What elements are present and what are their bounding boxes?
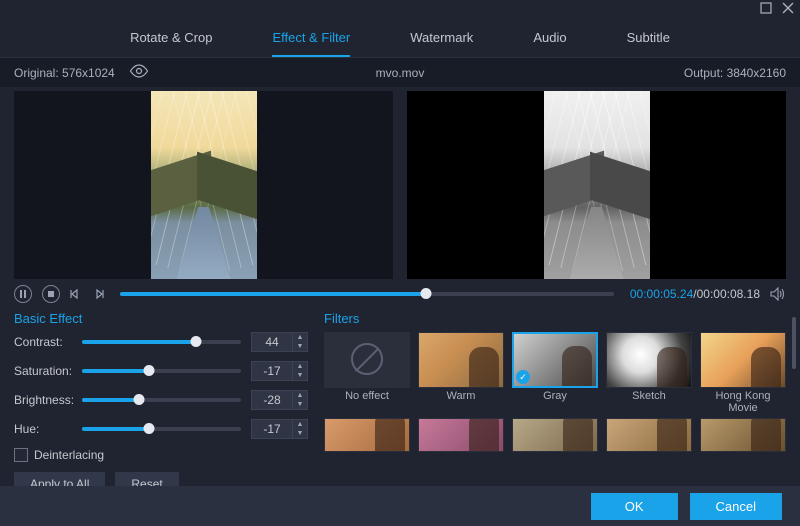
current-time: 00:00:05.24	[630, 287, 693, 301]
stepper-down-icon[interactable]: ▼	[293, 342, 307, 351]
filter-label: Gray	[512, 390, 598, 402]
tab-bar: Rotate & Crop Effect & Filter Watermark …	[0, 18, 800, 58]
saturation-stepper[interactable]: -17▲▼	[251, 361, 308, 381]
basic-effect-title: Basic Effect	[14, 311, 308, 326]
tab-effect-filter[interactable]: Effect & Filter	[272, 26, 350, 57]
filter-label: Hong Kong Movie	[700, 390, 786, 414]
tab-audio[interactable]: Audio	[533, 26, 566, 57]
filter-label: Warm	[418, 390, 504, 402]
filters-title: Filters	[324, 311, 786, 326]
stop-button[interactable]	[42, 285, 60, 303]
preview-output	[407, 91, 786, 279]
ok-button[interactable]: OK	[591, 493, 678, 520]
filename-label: mvo.mov	[376, 66, 425, 80]
stepper-up-icon[interactable]: ▲	[293, 362, 307, 371]
prev-frame-icon[interactable]	[70, 288, 82, 300]
hue-label: Hue:	[14, 422, 82, 436]
filter-gray[interactable]: ✓	[512, 332, 598, 388]
filter-warm[interactable]	[418, 332, 504, 388]
deinterlacing-label: Deinterlacing	[34, 448, 104, 462]
total-time: /00:00:08.18	[693, 287, 760, 301]
contrast-slider[interactable]	[82, 340, 241, 344]
stepper-down-icon[interactable]: ▼	[293, 429, 307, 438]
close-icon[interactable]	[782, 2, 794, 17]
filter-item[interactable]	[512, 418, 598, 452]
footer-bar: OK Cancel	[0, 486, 800, 526]
filters-panel: Filters No effect Warm ✓ Gray Sketch Hon…	[324, 311, 786, 496]
filter-no-effect[interactable]	[324, 332, 410, 388]
preview-original	[14, 91, 393, 279]
filter-item[interactable]	[418, 418, 504, 452]
stepper-up-icon[interactable]: ▲	[293, 333, 307, 342]
hue-stepper[interactable]: -17▲▼	[251, 419, 308, 439]
contrast-label: Contrast:	[14, 335, 82, 349]
pause-button[interactable]	[14, 285, 32, 303]
filter-item[interactable]	[324, 418, 410, 452]
stepper-up-icon[interactable]: ▲	[293, 391, 307, 400]
maximize-icon[interactable]	[760, 2, 772, 17]
tab-rotate-crop[interactable]: Rotate & Crop	[130, 26, 212, 57]
stepper-down-icon[interactable]: ▼	[293, 371, 307, 380]
time-display: 00:00:05.24/00:00:08.18	[630, 287, 760, 301]
saturation-label: Saturation:	[14, 364, 82, 378]
check-icon: ✓	[516, 370, 530, 384]
hue-slider[interactable]	[82, 427, 241, 431]
stepper-down-icon[interactable]: ▼	[293, 400, 307, 409]
stepper-up-icon[interactable]: ▲	[293, 420, 307, 429]
info-bar: Original: 576x1024 mvo.mov Output: 3840x…	[0, 58, 800, 87]
volume-icon[interactable]	[770, 287, 786, 301]
filter-sketch[interactable]	[606, 332, 692, 388]
output-size-label: Output: 3840x2160	[684, 66, 786, 80]
brightness-label: Brightness:	[14, 393, 82, 407]
brightness-slider[interactable]	[82, 398, 241, 402]
brightness-stepper[interactable]: -28▲▼	[251, 390, 308, 410]
filters-scrollbar[interactable]	[792, 317, 796, 369]
original-size-label: Original: 576x1024	[14, 66, 115, 80]
tab-subtitle[interactable]: Subtitle	[627, 26, 670, 57]
timeline-slider[interactable]	[120, 292, 614, 296]
filter-item[interactable]	[700, 418, 786, 452]
next-frame-icon[interactable]	[92, 288, 104, 300]
filter-label: Sketch	[606, 390, 692, 402]
basic-effect-panel: Basic Effect Contrast: 44▲▼ Saturation: …	[14, 311, 308, 496]
filter-hong-kong-movie[interactable]	[700, 332, 786, 388]
contrast-stepper[interactable]: 44▲▼	[251, 332, 308, 352]
tab-watermark[interactable]: Watermark	[410, 26, 473, 57]
saturation-slider[interactable]	[82, 369, 241, 373]
eye-icon[interactable]	[129, 64, 149, 81]
cancel-button[interactable]: Cancel	[690, 493, 782, 520]
filter-label: No effect	[324, 390, 410, 402]
deinterlacing-checkbox[interactable]	[14, 448, 28, 462]
filter-item[interactable]	[606, 418, 692, 452]
